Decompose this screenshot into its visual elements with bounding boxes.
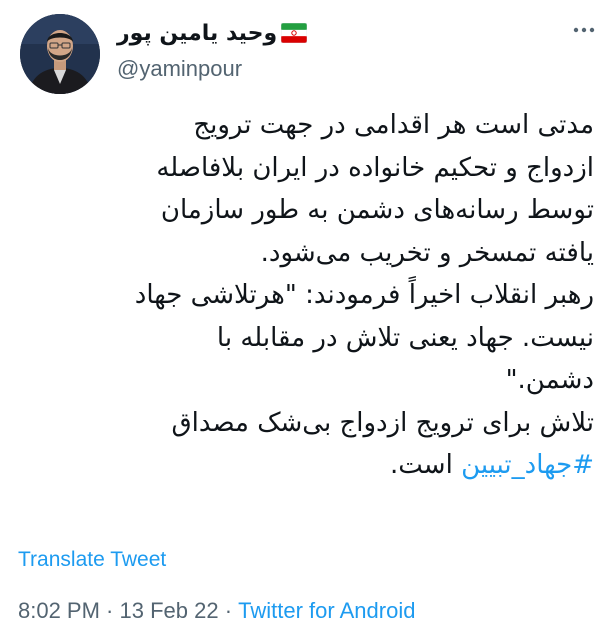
tweet-source-link[interactable]: Twitter for Android [238, 598, 415, 624]
tweet-text-line: رهبر انقلاب اخیراً فرمودند: "هرتلاشی جها… [134, 280, 594, 310]
tweet-text-line: مدتی است هر اقدامی در جهت ترویج [193, 110, 594, 140]
tweet-text-line: دشمن." [505, 365, 594, 395]
tweet-text-line: توسط رسانه‌های دشمن به طور سازمان [160, 195, 594, 225]
more-options-button[interactable] [570, 20, 598, 40]
more-options-icon [573, 27, 595, 33]
meta-separator: · [218, 598, 239, 623]
avatar-photo-icon [20, 14, 100, 94]
meta-separator: · [99, 598, 120, 623]
translate-tweet-link[interactable]: Translate Tweet [18, 548, 166, 572]
hashtag-link[interactable]: #جهاد_تبیین [461, 450, 594, 480]
tweet-time[interactable]: 8:02 PM [18, 598, 100, 624]
author-avatar[interactable] [20, 14, 100, 94]
tweet-text: مدتی است هر اقدامی در جهت ترویج ازدواج و… [14, 104, 594, 487]
tweet-text-line: ازدواج و تحکیم خانواده در ایران بلافاصله [156, 152, 594, 183]
tweet-text-line: نیست. جهاد یعنی تلاش در مقابله با [216, 322, 594, 353]
tweet-date[interactable]: 13 Feb 22 [120, 598, 219, 624]
tweet-metadata: 8:02 PM · 13 Feb 22 · Twitter for Androi… [18, 598, 415, 624]
tweet-text-line: یافته تمسخر و تخریب می‌شود. [260, 237, 594, 268]
tweet-card: وحید یامین پور @yaminpour مدتی است هر اق… [0, 0, 616, 640]
author-name-row[interactable]: وحید یامین پور [117, 15, 308, 51]
iran-flag-icon [281, 23, 308, 43]
tweet-text-last-line: #جهاد_تبیین است. [14, 444, 594, 487]
author-display-name[interactable]: وحید یامین پور [117, 21, 277, 46]
author-handle[interactable]: @yaminpour [117, 56, 242, 82]
tweet-text-tail: است. [390, 450, 462, 480]
tweet-text-line: تلاش برای ترویج ازدواج بی‌شک مصداق [171, 407, 594, 438]
